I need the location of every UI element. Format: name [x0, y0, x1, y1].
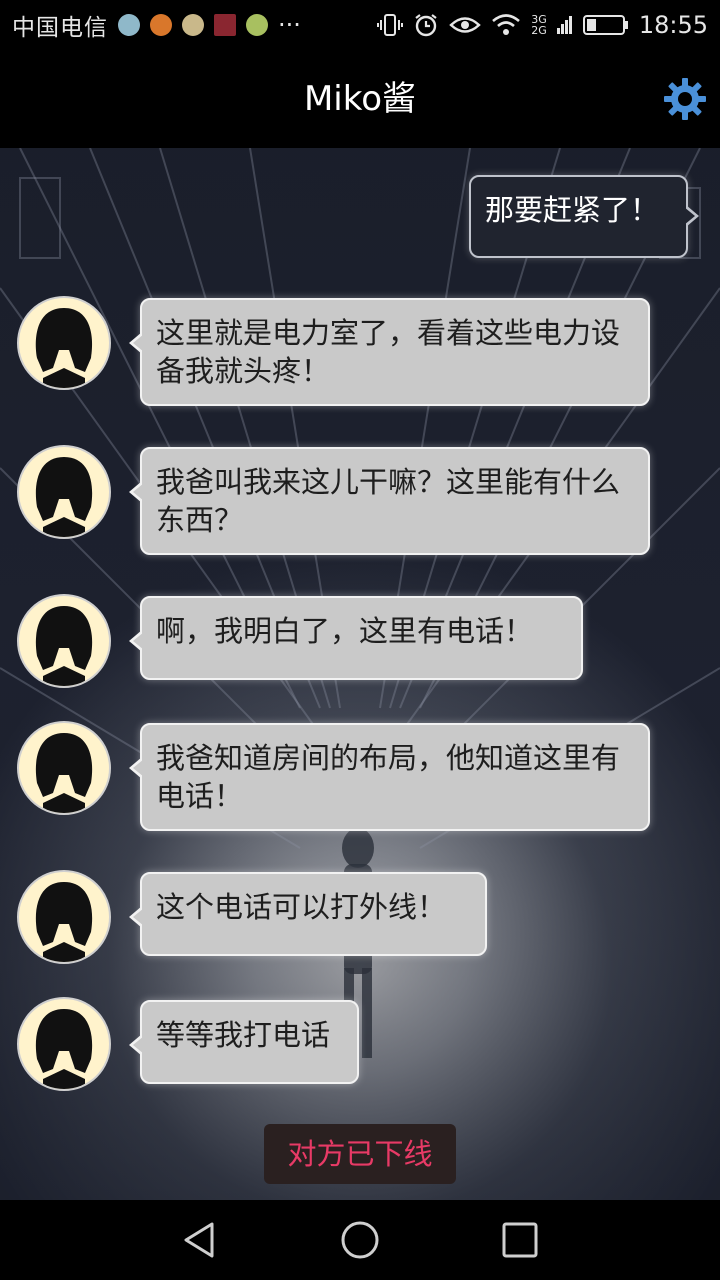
avatar-girl-icon: [35, 457, 93, 537]
network-2g-label: 2G: [531, 24, 547, 37]
message-bubble-received[interactable]: 这个电话可以打外线！: [129, 872, 487, 956]
clock-time: 18:55: [638, 11, 708, 39]
status-bar-right: 3G 2G 18:55: [377, 11, 708, 39]
wifi-icon: [492, 14, 521, 35]
notification-bird-icon: [150, 14, 172, 36]
battery-icon: [582, 15, 628, 35]
avatar-girl-icon: [35, 308, 93, 388]
message-text: 啊，我明白了，这里有电话！: [156, 614, 534, 648]
carrier-label: 中国电信: [12, 15, 108, 41]
message-bubble-received[interactable]: 这里就是电力室了，看着这些电力设备我就头疼！: [129, 298, 650, 406]
avatar[interactable]: [17, 445, 111, 539]
avatar[interactable]: [17, 721, 111, 815]
message-bubble-sent[interactable]: 那要赶紧了！: [469, 175, 699, 258]
offline-status-notice: 对方已下线: [264, 1124, 456, 1184]
message-bubble-received[interactable]: 等等我打电话: [129, 1000, 359, 1084]
message-text: 我爸叫我来这儿干嘛？这里能有什么东西？: [156, 465, 621, 537]
vibrate-icon: [377, 14, 404, 36]
back-triangle-icon[interactable]: [180, 1220, 220, 1260]
home-circle-icon[interactable]: [340, 1220, 380, 1260]
message-bubble-received[interactable]: 我爸叫我来这儿干嘛？这里能有什么东西？: [129, 447, 650, 555]
avatar[interactable]: [17, 594, 111, 688]
status-bar-left: 中国电信 ···: [12, 8, 301, 42]
notification-app-icon: [182, 14, 204, 36]
eye-icon: [449, 17, 482, 33]
notification-bird-icon: [118, 14, 140, 36]
avatar[interactable]: [17, 870, 111, 964]
message-bubble-received[interactable]: 啊，我明白了，这里有电话！: [129, 596, 583, 680]
gear-icon[interactable]: [662, 76, 708, 122]
message-text: 这里就是电力室了，看着这些电力设备我就头疼！: [156, 316, 621, 388]
message-text: 我爸知道房间的布局，他知道这里有电话！: [156, 741, 621, 813]
avatar-girl-icon: [35, 1009, 93, 1089]
signal-icon: [556, 16, 572, 34]
notification-frog-icon: [246, 14, 268, 36]
message-text: 这个电话可以打外线！: [156, 890, 447, 924]
message-text: 那要赶紧了！: [485, 193, 660, 227]
avatar[interactable]: [17, 296, 111, 390]
avatar-girl-icon: [35, 606, 93, 686]
message-bubble-received[interactable]: 我爸知道房间的布局，他知道这里有电话！: [129, 723, 650, 831]
message-text: 等等我打电话: [156, 1018, 331, 1052]
network-type-label: 3G 2G: [531, 14, 547, 36]
navigation-bar: [0, 1200, 720, 1280]
status-bar: 中国电信 ··· 3G 2G 18:55: [0, 0, 720, 50]
notification-book-icon: [214, 14, 236, 36]
avatar-girl-icon: [35, 882, 93, 962]
avatar[interactable]: [17, 997, 111, 1091]
avatar-girl-icon: [35, 733, 93, 813]
chat-header: Miko酱: [0, 50, 720, 148]
chat-area[interactable]: 那要赶紧了！ 这里就是电力室了，看着这些电力设备我就头疼！ 我爸叫我来这儿干嘛？…: [0, 148, 720, 1200]
contact-name-title: Miko酱: [303, 79, 417, 119]
more-notifications-icon: ···: [278, 11, 301, 39]
recents-square-icon[interactable]: [500, 1220, 540, 1260]
alarm-icon: [415, 14, 437, 37]
